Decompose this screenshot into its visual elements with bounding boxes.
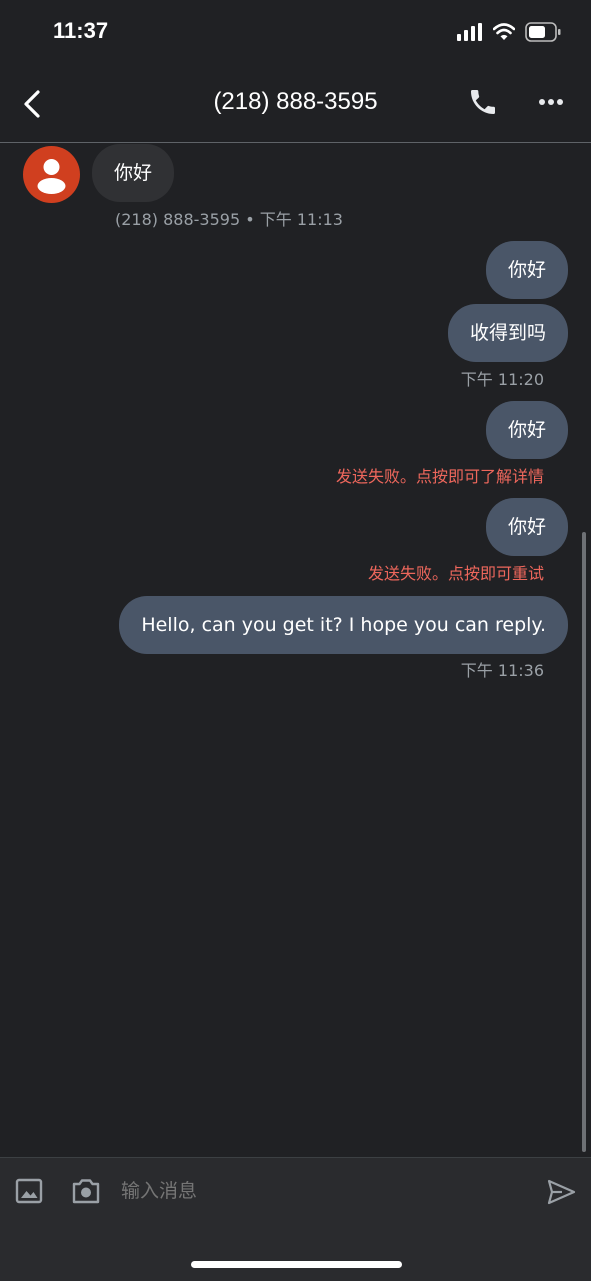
message-bubble-outgoing[interactable]: 收得到吗 (447, 304, 568, 362)
phone-icon[interactable] (467, 86, 499, 118)
message-bubble-outgoing[interactable]: 你好 (485, 498, 568, 556)
contact-title: (218) 888-3595 (213, 88, 378, 115)
message-bubble-incoming[interactable]: 你好 (92, 144, 175, 202)
scrollbar[interactable] (582, 532, 586, 1152)
send-icon[interactable] (545, 1176, 577, 1208)
conversation-header: (218) 888-3595 (0, 64, 591, 143)
image-icon[interactable] (14, 1176, 44, 1206)
send-failed-notice[interactable]: 发送失败。点按即可重试 (368, 560, 544, 584)
status-time: 11:37 (53, 18, 109, 43)
message-timestamp: 下午 11:20 (460, 370, 544, 389)
message-meta: (218) 888-3595 • 下午 11:13 (115, 210, 343, 229)
camera-icon[interactable] (70, 1176, 102, 1206)
person-icon (37, 159, 66, 194)
more-icon[interactable] (536, 90, 568, 114)
avatar[interactable] (23, 146, 80, 203)
message-timestamp: 下午 11:36 (460, 661, 544, 680)
signal-icon (457, 23, 482, 41)
status-bar: 11:37 (0, 0, 591, 64)
message-bubble-outgoing[interactable]: 你好 (485, 401, 568, 459)
status-icons (457, 22, 561, 42)
battery-icon (525, 22, 561, 42)
wifi-icon (493, 23, 515, 40)
message-bubble-outgoing[interactable]: 你好 (485, 241, 568, 299)
message-input[interactable] (121, 1180, 521, 1202)
home-indicator[interactable] (191, 1261, 402, 1268)
message-bubble-outgoing[interactable]: Hello, can you get it? I hope you can re… (119, 596, 568, 654)
send-failed-notice[interactable]: 发送失败。点按即可了解详情 (336, 463, 544, 487)
